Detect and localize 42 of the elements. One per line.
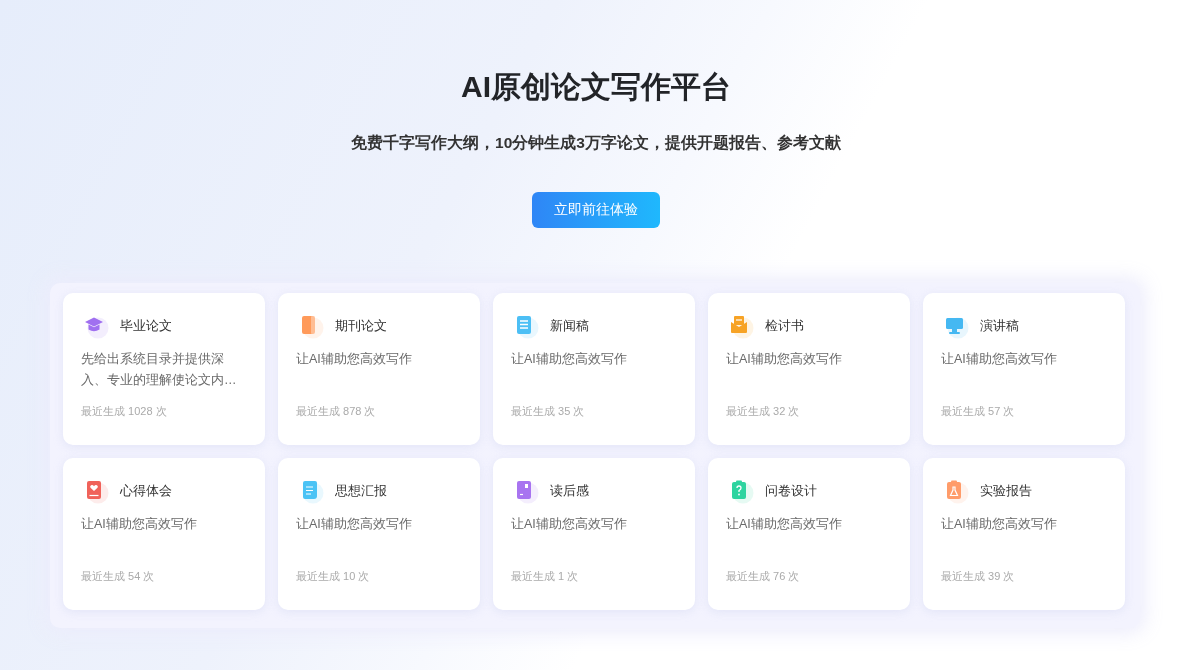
card-description: 让AI辅助您高效写作	[511, 516, 627, 533]
card-title: 思想汇报	[335, 482, 387, 500]
card-description: 先给出系统目录并提供深入、专业的理解使论文内…	[81, 351, 238, 389]
usage-count: 最近生成 57 次	[941, 404, 1015, 419]
template-card[interactable]: 心得体会 让AI辅助您高效写作 最近生成 54 次	[63, 458, 265, 610]
usage-count: 最近生成 1028 次	[81, 404, 167, 419]
card-title: 演讲稿	[980, 317, 1019, 335]
subtitle: 免费千字写作大纲，10分钟生成3万字论文，提供开题报告、参考文献	[351, 133, 841, 153]
usage-count: 最近生成 1 次	[511, 569, 579, 584]
template-card[interactable]: 实验报告 让AI辅助您高效写作 最近生成 39 次	[923, 458, 1125, 610]
template-card[interactable]: 思想汇报 让AI辅助您高效写作 最近生成 10 次	[278, 458, 480, 610]
card-description: 让AI辅助您高效写作	[941, 351, 1057, 368]
card-description: 让AI辅助您高效写作	[81, 516, 197, 533]
card-title: 检讨书	[765, 317, 804, 335]
card-title: 实验报告	[980, 482, 1032, 500]
template-card[interactable]: 新闻稿 让AI辅助您高效写作 最近生成 35 次	[493, 293, 695, 445]
usage-count: 最近生成 39 次	[941, 569, 1015, 584]
card-title: 期刊论文	[335, 317, 387, 335]
template-card[interactable]: 检讨书 让AI辅助您高效写作 最近生成 32 次	[708, 293, 910, 445]
usage-count: 最近生成 10 次	[296, 569, 370, 584]
usage-count: 最近生成 878 次	[296, 404, 376, 419]
card-description: 让AI辅助您高效写作	[726, 516, 842, 533]
template-card[interactable]: 期刊论文 让AI辅助您高效写作 最近生成 878 次	[278, 293, 480, 445]
template-card[interactable]: 毕业论文 先给出系统目录并提供深入、专业的理解使论文内… 最近生成 1028 次	[63, 293, 265, 445]
card-title: 毕业论文	[120, 317, 172, 335]
usage-count: 最近生成 76 次	[726, 569, 800, 584]
card-description: 让AI辅助您高效写作	[941, 516, 1057, 533]
template-card[interactable]: 读后感 让AI辅助您高效写作 最近生成 1 次	[493, 458, 695, 610]
card-description: 让AI辅助您高效写作	[296, 516, 412, 533]
card-title: 问卷设计	[765, 482, 817, 500]
card-description: 让AI辅助您高效写作	[726, 351, 842, 368]
template-card[interactable]: 演讲稿 让AI辅助您高效写作 最近生成 57 次	[923, 293, 1125, 445]
card-title: 新闻稿	[550, 317, 589, 335]
usage-count: 最近生成 32 次	[726, 404, 800, 419]
card-title: 心得体会	[120, 482, 172, 500]
card-description: 让AI辅助您高效写作	[296, 351, 412, 368]
card-title: 读后感	[550, 482, 589, 500]
usage-count: 最近生成 35 次	[511, 404, 585, 419]
usage-count: 最近生成 54 次	[81, 569, 155, 584]
card-description: 让AI辅助您高效写作	[511, 351, 627, 368]
template-card[interactable]: 问卷设计 让AI辅助您高效写作 最近生成 76 次	[708, 458, 910, 610]
page-title: AI原创论文写作平台	[461, 69, 731, 105]
